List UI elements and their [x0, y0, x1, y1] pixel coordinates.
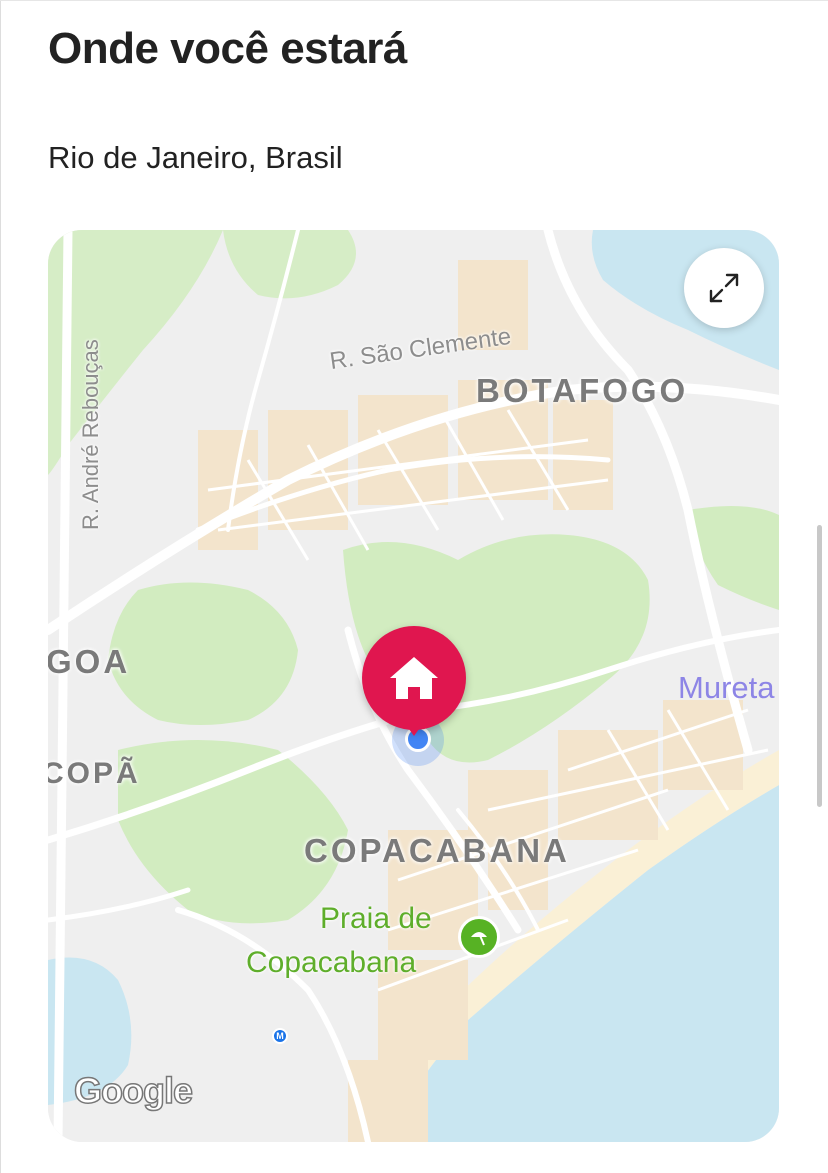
district-label-copacabana: COPACABANA	[304, 832, 570, 869]
street-label-reboucas: R. André Rebouças	[78, 339, 103, 530]
district-label-copa: COPÃ	[48, 757, 141, 790]
district-label-botafogo: BOTAFOGO	[476, 372, 689, 409]
home-icon	[390, 657, 438, 699]
beach-umbrella-icon[interactable]	[458, 916, 500, 958]
poi-label-praia-line1: Praia de	[320, 902, 432, 935]
scrollbar[interactable]	[817, 525, 822, 807]
map[interactable]: BOTAFOGO COPACABANA GOA COPÃ R. São Clem…	[48, 230, 779, 1142]
section-title: Onde você estará	[48, 24, 407, 73]
metro-icon[interactable]: M	[272, 1028, 288, 1044]
expand-map-button[interactable]	[684, 248, 764, 328]
page-border	[0, 0, 1, 1173]
expand-icon	[709, 273, 739, 303]
location-text: Rio de Janeiro, Brasil	[48, 140, 343, 175]
district-label-lagoa: GOA	[48, 643, 131, 680]
poi-label-mureta: Mureta	[678, 670, 775, 705]
home-pin[interactable]	[362, 626, 466, 736]
google-logo: Google	[73, 1069, 194, 1112]
poi-label-praia-line2: Copacabana	[246, 946, 417, 979]
page-border-top	[0, 0, 828, 1]
